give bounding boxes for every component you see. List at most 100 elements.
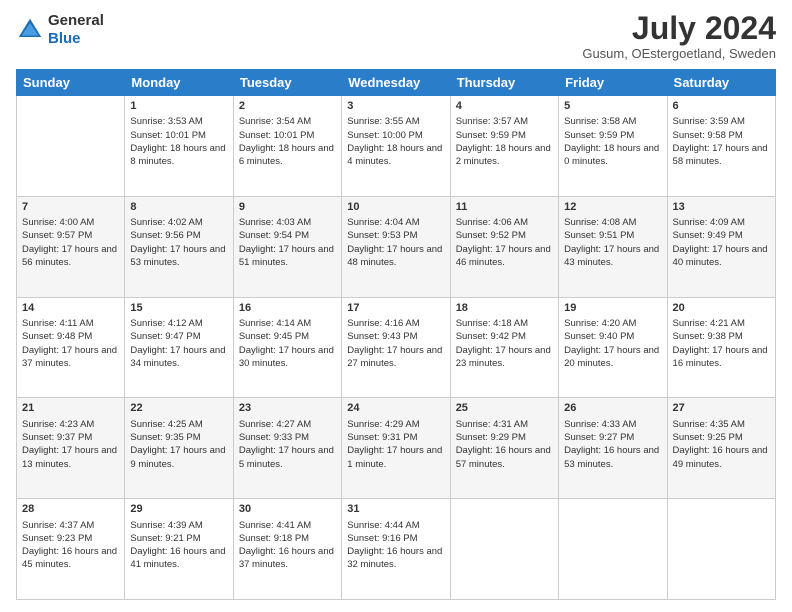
- daylight-text: Daylight: 17 hours and 34 minutes.: [130, 345, 225, 369]
- location-subtitle: Gusum, OEstergoetland, Sweden: [582, 46, 776, 61]
- cell-3-0: 21Sunrise: 4:23 AMSunset: 9:37 PMDayligh…: [17, 398, 125, 499]
- cell-0-5: 5Sunrise: 3:58 AMSunset: 9:59 PMDaylight…: [559, 96, 667, 197]
- daylight-text: Daylight: 17 hours and 40 minutes.: [673, 244, 768, 268]
- cell-4-4: [450, 499, 558, 600]
- daylight-text: Daylight: 18 hours and 8 minutes.: [130, 143, 225, 167]
- sunset-text: Sunset: 9:42 PM: [456, 331, 526, 342]
- day-number: 19: [564, 301, 661, 316]
- month-title: July 2024: [582, 12, 776, 44]
- logo-line2: Blue: [48, 30, 104, 48]
- sunrise-text: Sunrise: 4:25 AM: [130, 419, 202, 430]
- day-number: 15: [130, 301, 227, 316]
- daylight-text: Daylight: 16 hours and 45 minutes.: [22, 546, 117, 570]
- daylight-text: Daylight: 18 hours and 2 minutes.: [456, 143, 551, 167]
- sunrise-text: Sunrise: 4:29 AM: [347, 419, 419, 430]
- daylight-text: Daylight: 17 hours and 30 minutes.: [239, 345, 334, 369]
- cell-4-3: 31Sunrise: 4:44 AMSunset: 9:16 PMDayligh…: [342, 499, 450, 600]
- day-number: 21: [22, 401, 119, 416]
- daylight-text: Daylight: 17 hours and 1 minute.: [347, 445, 442, 469]
- sunset-text: Sunset: 9:51 PM: [564, 230, 634, 241]
- cell-1-5: 12Sunrise: 4:08 AMSunset: 9:51 PMDayligh…: [559, 196, 667, 297]
- day-number: 24: [347, 401, 444, 416]
- day-number: 27: [673, 401, 770, 416]
- daylight-text: Daylight: 16 hours and 57 minutes.: [456, 445, 551, 469]
- cell-0-4: 4Sunrise: 3:57 AMSunset: 9:59 PMDaylight…: [450, 96, 558, 197]
- daylight-text: Daylight: 17 hours and 13 minutes.: [22, 445, 117, 469]
- cell-4-6: [667, 499, 775, 600]
- sunrise-text: Sunrise: 3:59 AM: [673, 116, 745, 127]
- sunrise-text: Sunrise: 4:44 AM: [347, 520, 419, 531]
- sunset-text: Sunset: 9:18 PM: [239, 533, 309, 544]
- cell-0-6: 6 Sunrise: 3:59 AM Sunset: 9:58 PM Daylight…: [667, 96, 775, 197]
- col-monday: Monday: [125, 70, 233, 96]
- sunset-text: Sunset: 9:58 PM: [673, 130, 743, 141]
- daylight-text: Daylight: 16 hours and 53 minutes.: [564, 445, 659, 469]
- daylight-text: Daylight: 17 hours and 56 minutes.: [22, 244, 117, 268]
- col-sunday: Sunday: [17, 70, 125, 96]
- day-number: 30: [239, 502, 336, 517]
- daylight-text: Daylight: 17 hours and 48 minutes.: [347, 244, 442, 268]
- daylight-text: Daylight: 17 hours and 9 minutes.: [130, 445, 225, 469]
- day-number: 3: [347, 99, 444, 114]
- daylight-text: Daylight: 18 hours and 4 minutes.: [347, 143, 442, 167]
- sunset-text: Sunset: 9:25 PM: [673, 432, 743, 443]
- cell-4-5: [559, 499, 667, 600]
- sunrise-text: Sunrise: 4:12 AM: [130, 318, 202, 329]
- day-number: 11: [456, 200, 553, 215]
- sunset-text: Sunset: 10:00 PM: [347, 130, 423, 141]
- daylight-text: Daylight: 17 hours and 43 minutes.: [564, 244, 659, 268]
- cell-3-4: 25 Sunrise: 4:31 AM Sunset: 9:29 PM Dayligh…: [450, 398, 558, 499]
- cell-1-1: 8Sunrise: 4:02 AMSunset: 9:56 PMDaylight…: [125, 196, 233, 297]
- sunrise-text: Sunrise: 4:18 AM: [456, 318, 528, 329]
- sunrise-text: Sunrise: 4:00 AM: [22, 217, 94, 228]
- day-number: 16: [239, 301, 336, 316]
- col-saturday: Saturday: [667, 70, 775, 96]
- sunrise-text: Sunrise: 4:31 AM: [456, 419, 528, 430]
- cell-1-3: 10Sunrise: 4:04 AMSunset: 9:53 PMDayligh…: [342, 196, 450, 297]
- col-thursday: Thursday: [450, 70, 558, 96]
- day-number: 2: [239, 99, 336, 114]
- day-number: 6: [673, 99, 770, 114]
- sunset-text: Sunset: 9:21 PM: [130, 533, 200, 544]
- cell-1-6: 13Sunrise: 4:09 AMSunset: 9:49 PMDayligh…: [667, 196, 775, 297]
- sunrise-text: Sunrise: 4:39 AM: [130, 520, 202, 531]
- day-number: 7: [22, 200, 119, 215]
- sunset-text: Sunset: 9:49 PM: [673, 230, 743, 241]
- day-number: 9: [239, 200, 336, 215]
- sunset-text: Sunset: 9:29 PM: [456, 432, 526, 443]
- cell-3-6: 27Sunrise: 4:35 AMSunset: 9:25 PMDayligh…: [667, 398, 775, 499]
- sunset-text: Sunset: 10:01 PM: [239, 130, 315, 141]
- day-number: 31: [347, 502, 444, 517]
- sunrise-text: Sunrise: 3:57 AM: [456, 116, 528, 127]
- day-number: 23: [239, 401, 336, 416]
- logo-line1: General: [48, 12, 104, 30]
- daylight-text: Daylight: 18 hours and 6 minutes.: [239, 143, 334, 167]
- cell-2-2: 16Sunrise: 4:14 AMSunset: 9:45 PMDayligh…: [233, 297, 341, 398]
- sunset-text: Sunset: 9:45 PM: [239, 331, 309, 342]
- logo-text: General Blue: [48, 12, 104, 48]
- cell-3-2: 23Sunrise: 4:27 AMSunset: 9:33 PMDayligh…: [233, 398, 341, 499]
- daylight-text: Daylight: 17 hours and 46 minutes.: [456, 244, 551, 268]
- sunrise-text: Sunrise: 4:16 AM: [347, 318, 419, 329]
- cell-1-2: 9Sunrise: 4:03 AMSunset: 9:54 PMDaylight…: [233, 196, 341, 297]
- sunset-text: Sunset: 9:53 PM: [347, 230, 417, 241]
- week-row-4: 28Sunrise: 4:37 AMSunset: 9:23 PMDayligh…: [17, 499, 776, 600]
- week-row-1: 7Sunrise: 4:00 AMSunset: 9:57 PMDaylight…: [17, 196, 776, 297]
- sunset-text: Sunset: 9:31 PM: [347, 432, 417, 443]
- cell-2-1: 15Sunrise: 4:12 AMSunset: 9:47 PMDayligh…: [125, 297, 233, 398]
- daylight-text: Daylight: 17 hours and 58 minutes.: [673, 143, 768, 167]
- day-number: 25: [456, 401, 553, 416]
- calendar-header-row: Sunday Monday Tuesday Wednesday Thursday…: [17, 70, 776, 96]
- sunrise-text: Sunrise: 3:53 AM: [130, 116, 202, 127]
- daylight-text: Daylight: 17 hours and 53 minutes.: [130, 244, 225, 268]
- cell-0-3: 3Sunrise: 3:55 AMSunset: 10:00 PMDayligh…: [342, 96, 450, 197]
- sunrise-text: Sunrise: 4:33 AM: [564, 419, 636, 430]
- sunset-text: Sunset: 9:40 PM: [564, 331, 634, 342]
- cell-2-3: 17Sunrise: 4:16 AMSunset: 9:43 PMDayligh…: [342, 297, 450, 398]
- sunrise-text: Sunrise: 4:27 AM: [239, 419, 311, 430]
- cell-3-3: 24 Sunrise: 4:29 AM Sunset: 9:31 PM Dayligh…: [342, 398, 450, 499]
- logo: General Blue: [16, 12, 104, 48]
- cell-4-1: 29Sunrise: 4:39 AMSunset: 9:21 PMDayligh…: [125, 499, 233, 600]
- day-number: 10: [347, 200, 444, 215]
- day-number: 17: [347, 301, 444, 316]
